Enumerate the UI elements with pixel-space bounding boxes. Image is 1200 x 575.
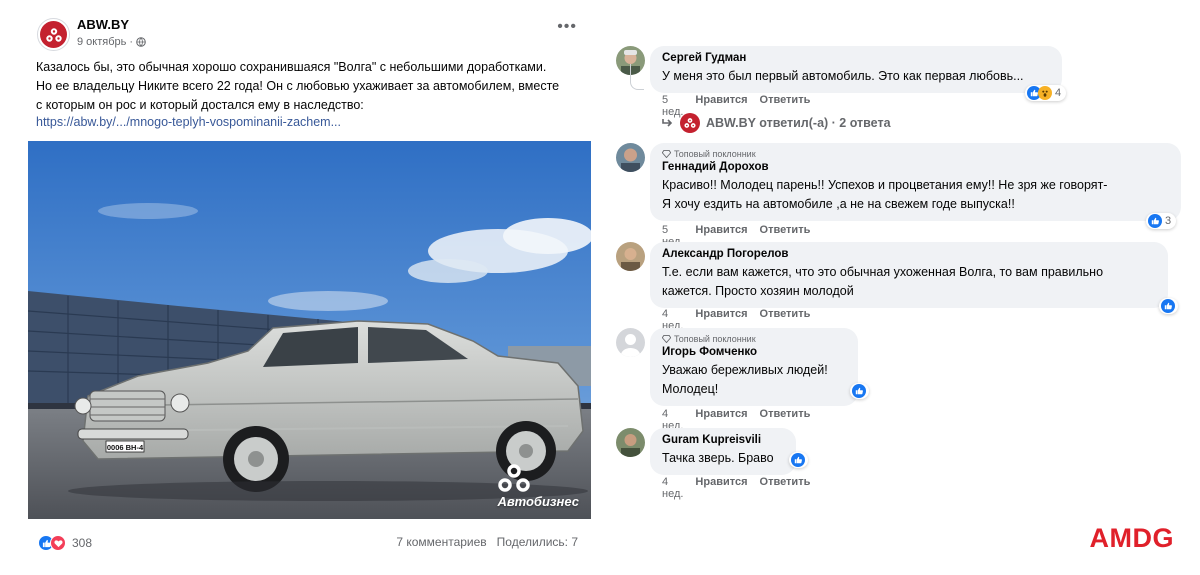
- comment-text: У меня это был первый автомобиль. Это ка…: [662, 69, 1024, 83]
- comment-reactions[interactable]: 4: [1025, 85, 1067, 101]
- avatar[interactable]: [616, 328, 645, 357]
- globe-icon: [136, 37, 146, 47]
- commenter-name[interactable]: Александр Погорелов: [662, 248, 1156, 260]
- autobiznes-watermark: Автобизнес: [497, 464, 580, 509]
- badge-label: Топовый поклонник: [674, 149, 756, 159]
- reply-button[interactable]: Ответить: [760, 476, 811, 500]
- comment-text: Уважаю бережливых людей!: [662, 363, 828, 377]
- comment-actions: 4 нед. Нравится Ответить: [662, 476, 810, 500]
- comment-bubble: Александр Погорелов Т.е. если вам кажетс…: [650, 242, 1168, 308]
- comment-reactions[interactable]: [850, 383, 869, 399]
- post-link[interactable]: https://abw.by/.../mnogo-teplyh-vospomin…: [36, 115, 341, 129]
- love-reaction-icon: [50, 535, 66, 551]
- comment-text: Т.е. если вам кажется, что это обычная у…: [662, 265, 1104, 279]
- comment-time[interactable]: 4 нед.: [662, 476, 683, 500]
- watermark-text: Автобизнес: [497, 494, 580, 509]
- comment-text: Тачка зверь. Браво: [662, 451, 774, 465]
- post-footer: 308 7 комментариев Поделились: 7: [28, 533, 591, 553]
- shares-count-link[interactable]: Поделились: 7: [497, 535, 578, 549]
- amdg-logo: AMDG: [1089, 523, 1174, 553]
- diamond-icon: [662, 150, 671, 158]
- comment-bubble: Сергей Гудман У меня это был первый авто…: [650, 46, 1062, 93]
- abw-logo-icon: [40, 21, 67, 48]
- reaction-count: 308: [72, 536, 93, 550]
- post-text-line: Казалось бы, это обычная хорошо сохранив…: [36, 60, 547, 74]
- comment-bubble: Guram Kupreisvili Тачка зверь. Браво: [650, 428, 796, 475]
- commenter-name[interactable]: Геннадий Дорохов: [662, 161, 1169, 173]
- avatar[interactable]: [616, 428, 645, 457]
- comment-text: Молодец!: [662, 382, 719, 396]
- abw-logo-icon: [680, 113, 700, 133]
- comment-reactions[interactable]: 3: [1146, 213, 1177, 229]
- page-avatar[interactable]: [37, 18, 70, 51]
- comment-bubble: Топовый поклонник Игорь Фомченко Уважаю …: [650, 328, 858, 406]
- commenter-name[interactable]: Guram Kupreisvili: [662, 434, 784, 446]
- comment-text: Красиво!! Молодец парень!! Успехов и про…: [662, 178, 1108, 192]
- badge-label: Топовый поклонник: [674, 334, 756, 344]
- commenter-name[interactable]: Игорь Фомченко: [662, 346, 846, 358]
- reaction-count: 3: [1165, 215, 1172, 227]
- post-meta: 9 октябрь ·: [77, 36, 146, 48]
- post-reactions[interactable]: 308: [38, 535, 92, 551]
- view-replies-link[interactable]: ABW.BY ответил(-а) · 2 ответа: [662, 113, 891, 133]
- comments-section: Сергей Гудман У меня это был первый авто…: [614, 0, 1194, 575]
- commenter-name[interactable]: Сергей Гудман: [662, 52, 1050, 64]
- post-photo[interactable]: -MAX 0006 BH-4: [28, 141, 591, 519]
- post-date[interactable]: 9 октябрь ·: [77, 36, 133, 48]
- more-options-icon[interactable]: •••: [557, 19, 577, 35]
- avatar[interactable]: [616, 143, 645, 172]
- license-plate: 0006 BH-4: [107, 443, 144, 452]
- comment-text: кажется. Просто хозяин молодой: [662, 284, 854, 298]
- like-button[interactable]: Нравится: [695, 476, 747, 500]
- top-fan-badge: Топовый поклонник: [662, 334, 846, 344]
- post-text-line: с которым он рос и который достался ему …: [36, 98, 364, 112]
- diamond-icon: [662, 335, 671, 343]
- comments-count-link[interactable]: 7 комментариев: [396, 535, 486, 549]
- post-text-line: Но ее владельцу Никите всего 22 года! Он…: [36, 79, 560, 93]
- autobiznes-logo-icon: [497, 464, 530, 492]
- comment-bubble: Топовый поклонник Геннадий Дорохов Краси…: [650, 143, 1181, 221]
- top-fan-badge: Топовый поклонник: [662, 149, 1169, 159]
- reply-arrow-icon: [662, 119, 673, 127]
- like-reaction-icon: [1148, 214, 1162, 228]
- like-reaction-icon: [1161, 299, 1175, 313]
- post-stats: 7 комментариев Поделились: 7: [396, 535, 578, 549]
- facebook-post: ABW.BY 9 октябрь · ••• Казалось бы, это …: [28, 14, 591, 551]
- thread-line: [630, 64, 644, 90]
- page-name[interactable]: ABW.BY: [77, 17, 129, 32]
- replies-text: ABW.BY ответил(-а) · 2 ответа: [706, 116, 891, 130]
- car-photo-illustration: -MAX 0006 BH-4: [28, 141, 591, 519]
- like-reaction-icon: [852, 384, 866, 398]
- post-text: Казалось бы, это обычная хорошо сохранив…: [36, 58, 586, 115]
- comment-reactions[interactable]: [789, 452, 808, 468]
- comment-reactions[interactable]: [1159, 298, 1178, 314]
- avatar[interactable]: [616, 242, 645, 271]
- post-header: ABW.BY 9 октябрь · •••: [28, 14, 591, 54]
- comment-text: Я хочу ездить на автомобиле ,а не на све…: [662, 197, 1015, 211]
- wow-reaction-icon: [1038, 86, 1052, 100]
- like-reaction-icon: [791, 453, 805, 467]
- reaction-count: 4: [1055, 87, 1062, 99]
